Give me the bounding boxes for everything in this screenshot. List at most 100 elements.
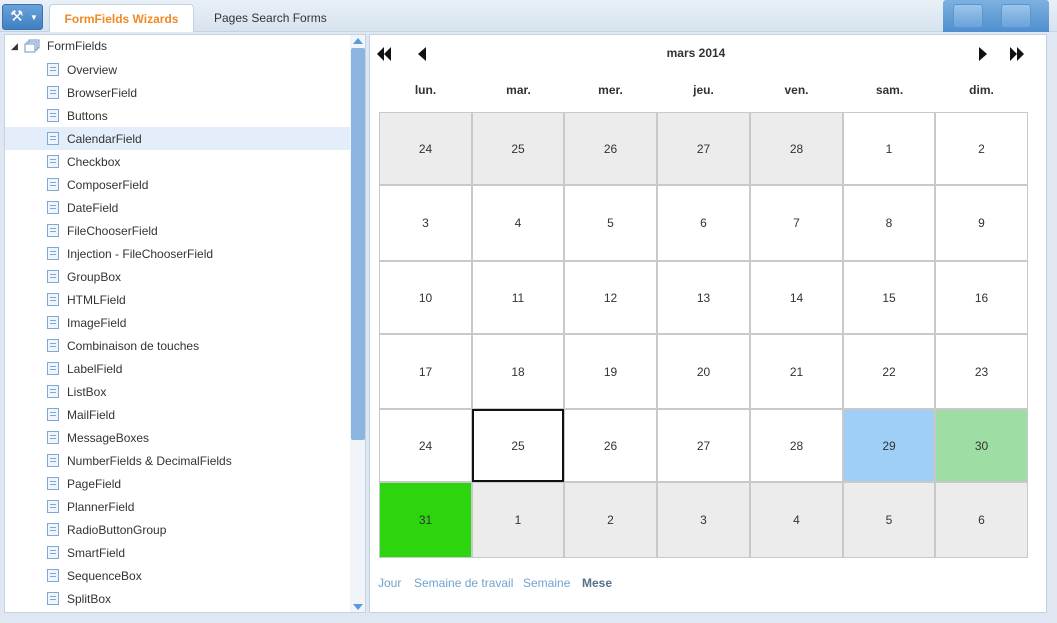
- tree-root-formfields[interactable]: ◢ FormFields: [5, 35, 350, 58]
- tab-pages-search-forms[interactable]: Pages Search Forms: [198, 4, 343, 32]
- tab-formfields-wizards[interactable]: FormFields Wizards: [49, 4, 194, 32]
- scroll-up-icon[interactable]: [353, 38, 363, 44]
- tree-item[interactable]: HTMLField: [5, 288, 350, 311]
- day-number: 27: [696, 438, 711, 453]
- calendar-day-cell[interactable]: 6: [657, 185, 750, 261]
- tree-item-label: SplitBox: [67, 592, 112, 606]
- tree-item[interactable]: Injection - FileChooserField: [5, 242, 350, 265]
- calendar-day-cell[interactable]: 5: [843, 482, 935, 558]
- day-number: 5: [885, 513, 893, 527]
- calendar-day-cell[interactable]: 30: [935, 409, 1028, 482]
- tree-item[interactable]: Overview: [5, 58, 350, 81]
- calendar-day-cell[interactable]: 21: [750, 334, 843, 409]
- tree-item[interactable]: LabelField: [5, 357, 350, 380]
- calendar-day-cell[interactable]: 27: [657, 409, 750, 482]
- tree-scrollbar[interactable]: [350, 35, 365, 612]
- calendar-day-cell[interactable]: 29: [843, 409, 935, 482]
- tree-item-label: ComposerField: [67, 178, 149, 192]
- tree-item[interactable]: ComposerField: [5, 173, 350, 196]
- window-button-2[interactable]: [1001, 4, 1031, 28]
- tree-item[interactable]: MessageBoxes: [5, 426, 350, 449]
- calendar-day-cell[interactable]: 9: [935, 185, 1028, 261]
- tree-item[interactable]: SequenceBox: [5, 564, 350, 587]
- day-number: 5: [607, 216, 614, 230]
- tree-item[interactable]: BrowserField: [5, 81, 350, 104]
- tree-item-label: MailField: [67, 408, 116, 422]
- calendar-day-cell[interactable]: 27: [657, 112, 750, 185]
- tree-item[interactable]: RadioButtonGroup: [5, 518, 350, 541]
- tree-item[interactable]: Checkbox: [5, 150, 350, 173]
- calendar-day-cell[interactable]: 23: [935, 334, 1028, 409]
- calendar-day-cell[interactable]: 7: [750, 185, 843, 261]
- tree-item[interactable]: Combinaison de touches: [5, 334, 350, 357]
- calendar-day-cell[interactable]: 11: [472, 261, 564, 334]
- collapse-triangle-icon[interactable]: ◢: [11, 41, 18, 52]
- tree-item[interactable]: Buttons: [5, 104, 350, 127]
- calendar-day-cell[interactable]: 28: [750, 409, 843, 482]
- calendar-day-cell[interactable]: 26: [564, 409, 657, 482]
- calendar-day-cell[interactable]: 31: [379, 482, 472, 558]
- calendar-day-cell[interactable]: 17: [379, 334, 472, 409]
- day-number: 17: [418, 364, 433, 379]
- calendar-day-cell[interactable]: 10: [379, 261, 472, 334]
- calendar-day-cell[interactable]: 19: [564, 334, 657, 409]
- tree-item[interactable]: DateField: [5, 196, 350, 219]
- calendar-day-cell[interactable]: 20: [657, 334, 750, 409]
- calendar-day-cell[interactable]: 25: [472, 112, 564, 185]
- calendar-day-cell[interactable]: 15: [843, 261, 935, 334]
- tree-item[interactable]: SplitBox: [5, 587, 350, 610]
- last-month-button[interactable]: [1008, 43, 1030, 63]
- calendar-day-cell[interactable]: 4: [472, 185, 564, 261]
- calendar-day-cell[interactable]: 18: [472, 334, 564, 409]
- window-button-1[interactable]: [953, 4, 983, 28]
- document-icon: [47, 408, 59, 421]
- calendar-day-cell[interactable]: 6: [935, 482, 1028, 558]
- tree-item[interactable]: ImageField: [5, 311, 350, 334]
- calendar-day-cell[interactable]: 1: [472, 482, 564, 558]
- next-month-button[interactable]: [976, 43, 998, 63]
- calendar-day-cell[interactable]: 22: [843, 334, 935, 409]
- calendar-day-cell[interactable]: 14: [750, 261, 843, 334]
- scroll-down-icon[interactable]: [353, 604, 363, 610]
- tree-item[interactable]: PageField: [5, 472, 350, 495]
- calendar-day-cell[interactable]: 26: [564, 112, 657, 185]
- calendar-day-cell[interactable]: 24: [379, 112, 472, 185]
- calendar-day-cell[interactable]: 5: [564, 185, 657, 261]
- view-day-link[interactable]: Jour: [378, 576, 401, 590]
- tools-menu-button[interactable]: ⚒ ▼: [2, 4, 43, 30]
- day-number: 19: [603, 364, 618, 379]
- weekday-header: sam.: [875, 83, 904, 97]
- tree-item[interactable]: MailField: [5, 403, 350, 426]
- previous-month-button[interactable]: [415, 43, 437, 63]
- first-month-button[interactable]: [376, 43, 398, 63]
- calendar-day-cell[interactable]: 2: [935, 112, 1028, 185]
- document-icon: [47, 155, 59, 168]
- tree-item[interactable]: ListBox: [5, 380, 350, 403]
- calendar-day-cell[interactable]: 16: [935, 261, 1028, 334]
- tree-item[interactable]: CalendarField: [5, 127, 350, 150]
- view-workweek-link[interactable]: Semaine de travail: [414, 576, 513, 590]
- document-icon: [47, 178, 59, 191]
- folder-tree-icon: [24, 39, 40, 53]
- tree-item[interactable]: SmartField: [5, 541, 350, 564]
- calendar-day-cell[interactable]: 28: [750, 112, 843, 185]
- tree-item[interactable]: NumberFields & DecimalFields: [5, 449, 350, 472]
- calendar-day-cell[interactable]: 3: [379, 185, 472, 261]
- calendar-day-cell[interactable]: 1: [843, 112, 935, 185]
- tree-item[interactable]: FileChooserField: [5, 219, 350, 242]
- calendar-day-cell[interactable]: 8: [843, 185, 935, 261]
- document-icon: [47, 454, 59, 467]
- calendar-day-cell[interactable]: 24: [379, 409, 472, 482]
- calendar-day-cell[interactable]: 25: [472, 409, 564, 482]
- scrollbar-thumb[interactable]: [351, 48, 365, 440]
- calendar-day-cell[interactable]: 3: [657, 482, 750, 558]
- view-week-link[interactable]: Semaine: [523, 576, 570, 590]
- calendar-day-cell[interactable]: 4: [750, 482, 843, 558]
- tree-item[interactable]: PlannerField: [5, 495, 350, 518]
- view-month-link[interactable]: Mese: [582, 576, 612, 590]
- calendar-day-cell[interactable]: 12: [564, 261, 657, 334]
- tree-item-label: CalendarField: [67, 132, 142, 146]
- calendar-day-cell[interactable]: 2: [564, 482, 657, 558]
- calendar-day-cell[interactable]: 13: [657, 261, 750, 334]
- tree-item[interactable]: GroupBox: [5, 265, 350, 288]
